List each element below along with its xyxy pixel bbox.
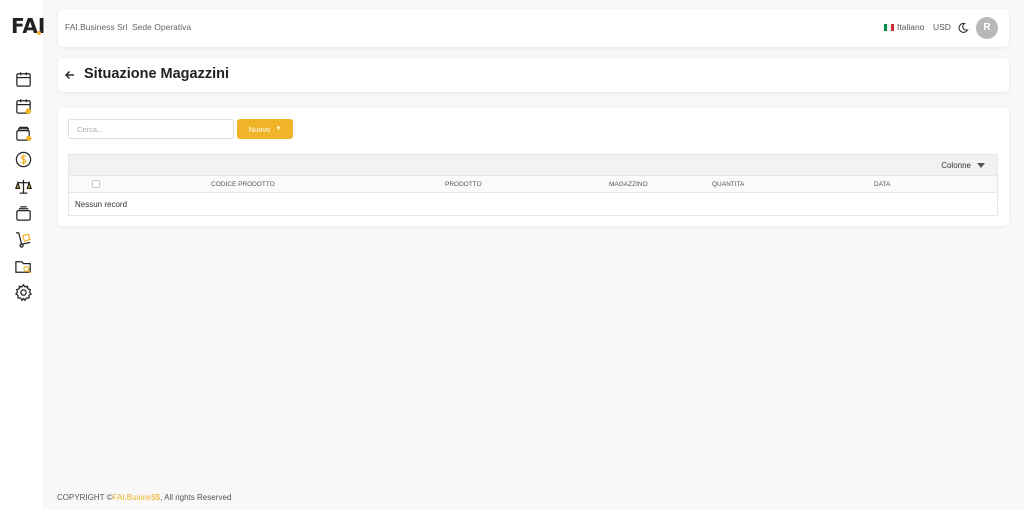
table-header-row: CODICE PRODOTTO PRODOTTO MAGAZZINO QUANT… [69,176,997,193]
empty-table-message: Nessun record [75,200,128,209]
column-header-codice-prodotto[interactable]: CODICE PRODOTTO [211,181,275,188]
dark-mode-moon-icon[interactable] [957,21,969,33]
content-card: Nuovo ▼ Colonne CODICE PRODOTTO PRODOTTO… [58,108,1009,226]
balance-scale-icon[interactable] [14,177,33,196]
chevron-down-icon: ▼ [275,126,282,132]
folder-search-icon[interactable] [14,257,33,276]
caret-down-icon [977,163,985,168]
dollar-coin-icon[interactable] [14,150,33,169]
copyright-prefix: COPYRIGHT © [57,493,113,502]
calendar-icon[interactable] [14,70,33,89]
new-button-label: Nuovo [248,124,271,134]
wallet-icon[interactable] [14,124,33,143]
language-selector[interactable]: Italiano [884,22,924,32]
page-header: Situazione Magazzini [58,58,1009,92]
sidebar: FAI [0,0,45,510]
stack-icon[interactable] [14,204,33,223]
footer-copyright: COPYRIGHT ©FAI.Busine$$, All rights Rese… [57,493,231,502]
column-header-prodotto[interactable]: PRODOTTO [445,181,482,188]
language-label: Italiano [897,22,925,32]
back-arrow-icon[interactable] [64,68,76,80]
data-table: Colonne CODICE PRODOTTO PRODOTTO MAGAZZI… [68,154,998,216]
user-avatar[interactable]: R [976,17,998,39]
search-input[interactable] [68,119,234,139]
column-header-quantita[interactable]: QUANTITA [712,181,744,188]
italy-flag-icon [884,23,894,31]
column-header-data[interactable]: DATA [874,181,890,188]
page-title: Situazione Magazzini [84,66,230,82]
copyright-suffix: , All rights Reserved [160,493,232,502]
settings-gear-icon[interactable] [14,283,33,302]
calendar-user-icon[interactable] [14,97,33,116]
copyright-brand-link[interactable]: FAI.Busine$$ [113,493,161,502]
columns-label: Colonne [941,161,971,170]
logo-dot [37,31,41,35]
company-name[interactable]: FAI.Business Srl [65,22,127,32]
table-toolbar: Colonne [69,155,997,176]
location-name[interactable]: Sede Operativa [132,22,191,32]
column-header-magazzino[interactable]: MAGAZZINO [609,181,648,188]
hand-truck-icon[interactable] [14,230,33,249]
top-navbar: FAI.Business Srl Sede Operativa Italiano… [58,9,1009,47]
select-all-checkbox[interactable] [92,180,100,188]
columns-button[interactable]: Colonne [941,161,985,170]
new-button[interactable]: Nuovo ▼ [237,119,293,139]
currency-selector[interactable]: USD [933,22,951,32]
